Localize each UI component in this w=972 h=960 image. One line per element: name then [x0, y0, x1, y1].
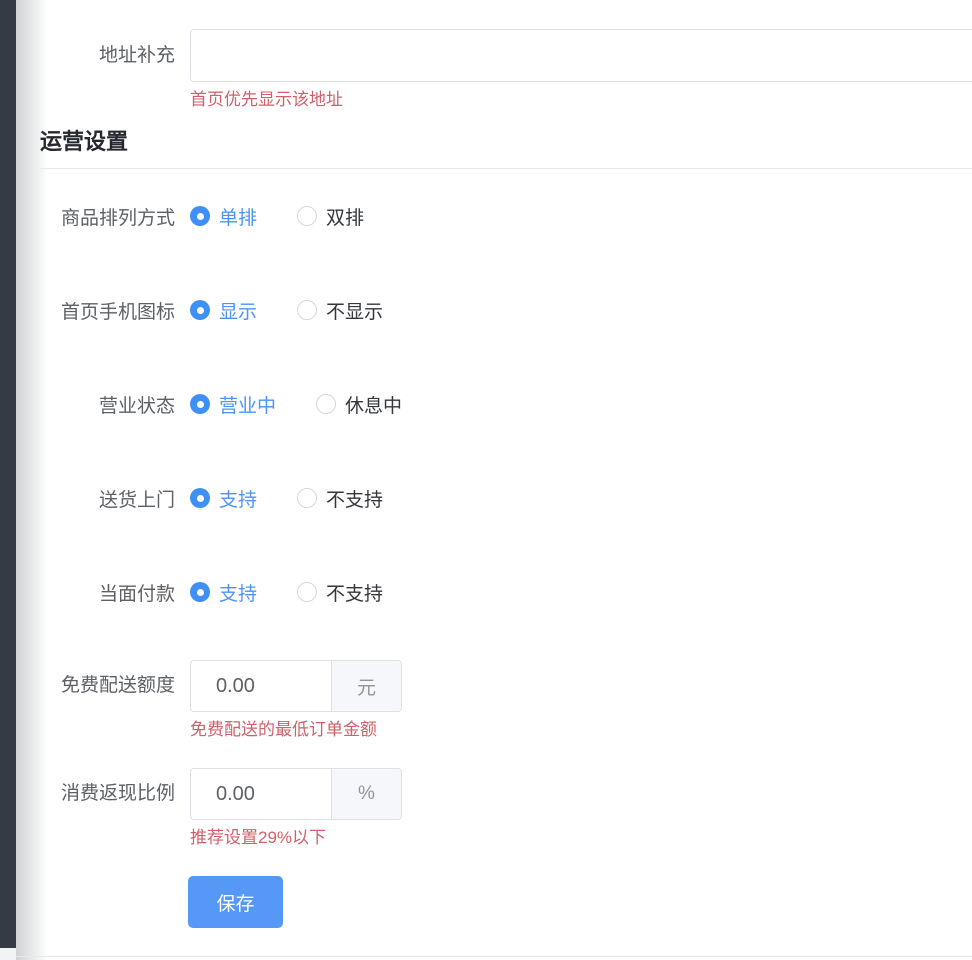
radio-option-resting[interactable]: 休息中 — [316, 391, 402, 418]
radio-checked-icon[interactable] — [190, 300, 210, 320]
radio-option-label[interactable]: 双排 — [326, 203, 364, 230]
sidebar-edge — [0, 0, 16, 948]
pay-in-person-radio-group: 支持 不支持 — [190, 579, 383, 606]
form-item-address: 地址补充 首页优先显示该地址 — [40, 29, 972, 110]
home-delivery-radio-group: 支持 不支持 — [190, 485, 383, 512]
radio-checked-icon[interactable] — [190, 394, 210, 414]
form-actions: 保存 — [188, 876, 972, 928]
form-item-home-phone-icon: 首页手机图标 显示 不显示 — [40, 284, 972, 336]
form-item-pay-in-person: 当面付款 支持 不支持 — [40, 566, 972, 618]
radio-option-label[interactable]: 支持 — [219, 579, 257, 606]
form-item-cashback-ratio: 消费返现比例 % 推荐设置29%以下 — [40, 768, 972, 848]
radio-option-double-row[interactable]: 双排 — [297, 203, 364, 230]
cashback-ratio-hint: 推荐设置29%以下 — [190, 828, 972, 848]
radio-option-not-supported[interactable]: 不支持 — [297, 579, 383, 606]
radio-option-not-supported[interactable]: 不支持 — [297, 485, 383, 512]
free-delivery-threshold-hint: 免费配送的最低订单金额 — [190, 720, 972, 740]
radio-unchecked-icon[interactable] — [297, 206, 317, 226]
save-button[interactable]: 保存 — [188, 876, 283, 928]
free-delivery-threshold-input-group: 元 — [190, 660, 402, 712]
unit-percent-suffix: % — [332, 769, 401, 819]
radio-unchecked-icon[interactable] — [316, 394, 336, 414]
form-item-free-delivery-threshold: 免费配送额度 元 免费配送的最低订单金额 — [40, 660, 972, 740]
business-status-radio-group: 营业中 休息中 — [190, 391, 402, 418]
radio-checked-icon[interactable] — [190, 206, 210, 226]
address-hint: 首页优先显示该地址 — [190, 90, 972, 110]
radio-option-show[interactable]: 显示 — [190, 297, 257, 324]
product-layout-label: 商品排列方式 — [40, 203, 175, 230]
radio-unchecked-icon[interactable] — [297, 300, 317, 320]
radio-checked-icon[interactable] — [190, 582, 210, 602]
home-phone-icon-radio-group: 显示 不显示 — [190, 297, 383, 324]
radio-unchecked-icon[interactable] — [297, 488, 317, 508]
radio-unchecked-icon[interactable] — [297, 582, 317, 602]
radio-option-single-row[interactable]: 单排 — [190, 203, 257, 230]
home-delivery-label: 送货上门 — [40, 485, 175, 512]
sidebar-footer — [0, 948, 16, 960]
pay-in-person-label: 当面付款 — [40, 579, 175, 606]
form-item-business-status: 营业状态 营业中 休息中 — [40, 378, 972, 430]
radio-option-open[interactable]: 营业中 — [190, 391, 276, 418]
radio-option-label[interactable]: 单排 — [219, 203, 257, 230]
radio-option-label[interactable]: 营业中 — [219, 391, 276, 418]
cashback-ratio-label: 消费返现比例 — [40, 768, 175, 820]
radio-option-label[interactable]: 不支持 — [326, 579, 383, 606]
home-phone-icon-label: 首页手机图标 — [40, 297, 175, 324]
radio-option-hide[interactable]: 不显示 — [297, 297, 383, 324]
footer-divider — [16, 956, 972, 957]
cashback-ratio-input[interactable] — [191, 769, 331, 819]
free-delivery-threshold-input[interactable] — [191, 661, 331, 711]
radio-checked-icon[interactable] — [190, 488, 210, 508]
section-title-operation-settings: 运营设置 — [40, 128, 972, 155]
radio-option-supported[interactable]: 支持 — [190, 579, 257, 606]
radio-option-supported[interactable]: 支持 — [190, 485, 257, 512]
business-status-label: 营业状态 — [40, 391, 175, 418]
form-item-home-delivery: 送货上门 支持 不支持 — [40, 472, 972, 524]
section-divider — [40, 168, 972, 169]
free-delivery-threshold-label: 免费配送额度 — [40, 660, 175, 712]
radio-option-label[interactable]: 支持 — [219, 485, 257, 512]
cashback-ratio-input-group: % — [190, 768, 402, 820]
radio-option-label[interactable]: 不支持 — [326, 485, 383, 512]
radio-option-label[interactable]: 不显示 — [326, 297, 383, 324]
address-label: 地址补充 — [40, 29, 175, 82]
radio-option-label[interactable]: 显示 — [219, 297, 257, 324]
unit-yuan-suffix: 元 — [332, 661, 401, 711]
form-item-product-layout: 商品排列方式 单排 双排 — [40, 190, 972, 242]
radio-option-label[interactable]: 休息中 — [345, 391, 402, 418]
address-input[interactable] — [190, 29, 972, 82]
product-layout-radio-group: 单排 双排 — [190, 203, 364, 230]
settings-form: 地址补充 首页优先显示该地址 运营设置 商品排列方式 单排 双排 首页手机图标 — [40, 0, 972, 928]
